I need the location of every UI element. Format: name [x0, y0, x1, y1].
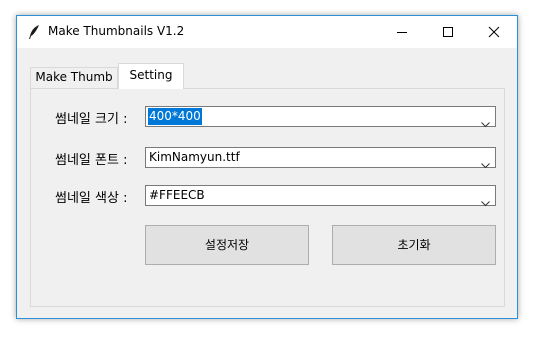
minimize-icon — [397, 32, 407, 33]
close-button[interactable] — [471, 16, 517, 48]
color-label: 썸네일 색상 : — [55, 191, 128, 206]
size-value: 400*400 — [148, 108, 202, 125]
size-label: 썸네일 크기 : — [55, 112, 128, 127]
size-select[interactable]: 400*400 — [145, 106, 496, 128]
feather-icon — [27, 24, 41, 40]
font-select[interactable]: KimNamyun.ttf — [145, 147, 496, 169]
chevron-down-icon[interactable] — [481, 154, 490, 173]
chevron-down-icon[interactable] — [481, 113, 490, 132]
chevron-down-icon[interactable] — [481, 192, 490, 211]
settings-panel: 썸네일 크기 : 400*400 썸네일 폰트 : KimNamyun.ttf … — [30, 88, 505, 307]
font-value: KimNamyun.ttf — [149, 150, 240, 164]
color-select[interactable]: #FFEECB — [145, 185, 496, 207]
maximize-icon — [443, 27, 453, 37]
minimize-button[interactable] — [379, 16, 425, 48]
reset-button[interactable]: 초기화 — [332, 225, 496, 265]
tab-setting[interactable]: Setting — [118, 63, 184, 89]
save-settings-button[interactable]: 설정저장 — [145, 225, 309, 265]
maximize-button[interactable] — [425, 16, 471, 48]
color-value: #FFEECB — [149, 188, 205, 202]
close-icon — [488, 26, 500, 38]
tab-make-thumb[interactable]: Make Thumb — [30, 67, 118, 88]
title-bar[interactable]: Make Thumbnails V1.2 — [17, 16, 517, 48]
app-window: Make Thumbnails V1.2 Make Thumb Setting … — [16, 15, 518, 319]
font-label: 썸네일 폰트 : — [55, 153, 128, 168]
window-title: Make Thumbnails V1.2 — [48, 24, 185, 38]
